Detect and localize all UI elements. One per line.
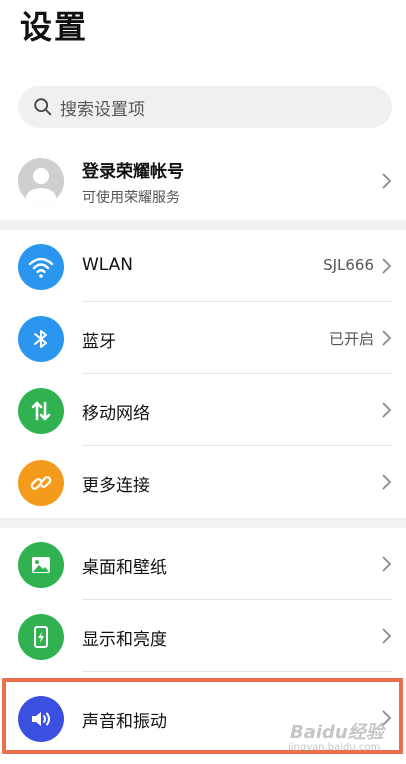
settings-item-label: 声音和振动 bbox=[82, 712, 167, 732]
chevron-right-icon bbox=[382, 474, 392, 490]
settings-item-wlan[interactable]: WLAN SJL666 bbox=[0, 230, 406, 302]
section-divider bbox=[0, 518, 406, 528]
chevron-right-icon bbox=[382, 556, 392, 572]
watermark: Baidu经验 bbox=[290, 722, 384, 743]
settings-item-display[interactable]: 显示和亮度 bbox=[0, 600, 406, 672]
account-login-row[interactable]: 登录荣耀帐号 可使用荣耀服务 bbox=[0, 146, 406, 218]
account-subtitle: 可使用荣耀服务 bbox=[82, 190, 180, 206]
person-icon bbox=[18, 158, 64, 204]
bluetooth-icon bbox=[18, 316, 64, 362]
wlan-value: SJL666 bbox=[323, 256, 374, 274]
search-input[interactable]: 搜索设置项 bbox=[18, 86, 392, 128]
page-title: 设置 bbox=[20, 8, 89, 46]
mobile-data-icon bbox=[18, 388, 64, 434]
chevron-right-icon bbox=[382, 330, 392, 346]
settings-item-label: 更多连接 bbox=[82, 476, 150, 496]
settings-item-label: 显示和亮度 bbox=[82, 630, 167, 650]
settings-item-bluetooth[interactable]: 蓝牙 已开启 bbox=[0, 302, 406, 374]
settings-item-label: 蓝牙 bbox=[82, 332, 116, 352]
search-placeholder: 搜索设置项 bbox=[60, 99, 145, 120]
chevron-right-icon bbox=[382, 258, 392, 274]
wifi-icon bbox=[18, 244, 64, 290]
account-title: 登录荣耀帐号 bbox=[82, 162, 184, 182]
display-icon bbox=[18, 614, 64, 660]
link-icon bbox=[18, 460, 64, 506]
settings-item-wallpaper[interactable]: 桌面和壁纸 bbox=[0, 528, 406, 600]
watermark-url: jingyan.baidu.com bbox=[288, 742, 381, 753]
settings-item-label: 桌面和壁纸 bbox=[82, 558, 167, 578]
chevron-right-icon bbox=[382, 402, 392, 418]
settings-item-mobile-network[interactable]: 移动网络 bbox=[0, 374, 406, 446]
chevron-right-icon bbox=[382, 628, 392, 644]
search-icon bbox=[34, 98, 52, 116]
settings-item-label: 移动网络 bbox=[82, 404, 150, 424]
settings-screen: 设置 搜索设置项 登录荣耀帐号 可使用荣耀服务 WLAN SJL666 蓝牙 已… bbox=[0, 0, 406, 764]
settings-item-more-connections[interactable]: 更多连接 bbox=[0, 446, 406, 518]
chevron-right-icon bbox=[382, 173, 392, 189]
section-divider bbox=[0, 220, 406, 230]
row-divider bbox=[82, 671, 392, 672]
speaker-icon bbox=[18, 696, 64, 742]
bluetooth-value: 已开启 bbox=[328, 330, 374, 348]
avatar bbox=[18, 158, 64, 204]
settings-item-label: WLAN bbox=[82, 255, 134, 275]
image-icon bbox=[18, 542, 64, 588]
